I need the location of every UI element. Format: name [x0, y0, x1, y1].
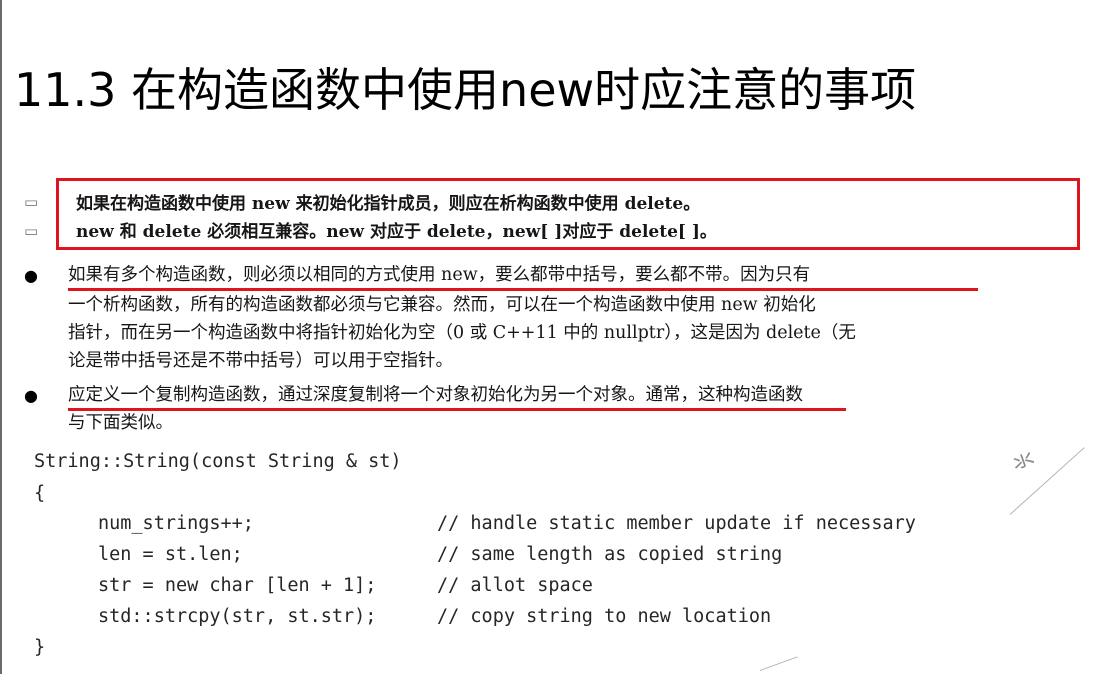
paragraph-line: 与下面类似。: [68, 413, 173, 433]
code-comment: // same length as copied string: [437, 544, 783, 565]
code-statement: str = new char [len + 1];: [98, 575, 377, 596]
hollow-bullet-icon: ▭: [24, 193, 39, 211]
slide-left-border: [0, 0, 2, 674]
code-open-brace: {: [34, 483, 46, 504]
bullet-icon: ●: [24, 386, 38, 405]
hollow-bullet-icon: ▭: [24, 222, 39, 240]
code-comment: // copy string to new location: [437, 606, 772, 627]
boxed-point-1: 如果在构造函数中使用 new 来初始化指针成员，则应在析构函数中使用 delet…: [76, 194, 701, 214]
boxed-point-2: new 和 delete 必须相互兼容。new 对应于 delete，new[ …: [76, 222, 717, 242]
code-statement: num_strings++;: [98, 513, 254, 534]
code-comment: // handle static member update if necess…: [437, 513, 916, 534]
red-underline: [68, 408, 846, 411]
red-underline: [68, 288, 978, 291]
code-signature: String::String(const String & st): [34, 451, 402, 472]
code-comment: // allot space: [437, 575, 593, 596]
slide: 11.3 在构造函数中使用new时应注意的事项 ▭ 如果在构造函数中使用 new…: [0, 0, 1110, 674]
code-statement: len = st.len;: [98, 544, 243, 565]
paragraph-line: 应定义一个复制构造函数，通过深度复制将一个对象初始化为另一个对象。通常，这种构造…: [68, 385, 803, 405]
page-artifact-mark: 氺: [1009, 446, 1039, 478]
page-artifact-line: [759, 656, 798, 671]
paragraph-line: 指针，而在另一个构造函数中将指针初始化为空（0 或 C++11 中的 nullp…: [68, 323, 856, 343]
slide-title: 11.3 在构造函数中使用new时应注意的事项: [14, 63, 917, 117]
paragraph-line: 论是带中括号还是不带中括号）可以用于空指针。: [68, 351, 453, 371]
code-close-brace: }: [34, 637, 46, 658]
paragraph-line: 一个析构函数，所有的构造函数都必须与它兼容。然而，可以在一个构造函数中使用 ne…: [68, 295, 816, 315]
paragraph-line: 如果有多个构造函数，则必须以相同的方式使用 new，要么都带中括号，要么都不带。…: [68, 265, 811, 285]
code-statement: std::strcpy(str, st.str);: [98, 606, 377, 627]
bullet-icon: ●: [24, 266, 38, 285]
